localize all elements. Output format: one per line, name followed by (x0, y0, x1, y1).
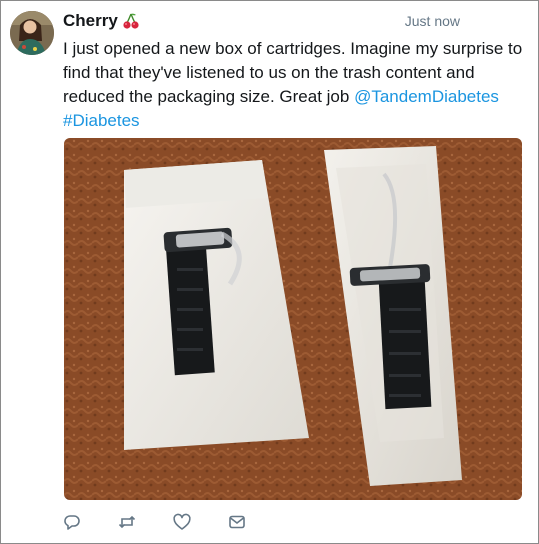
author-name-text[interactable]: Cherry (63, 11, 118, 31)
tweet-actions (63, 513, 246, 531)
retweet-icon[interactable] (118, 513, 136, 531)
like-icon[interactable] (173, 513, 191, 531)
avatar[interactable] (10, 11, 54, 55)
reply-icon[interactable] (63, 513, 81, 531)
author-name[interactable]: Cherry (63, 11, 140, 31)
tweet-card: Cherry Just now I just opened a new box … (0, 0, 539, 544)
hashtag-link[interactable]: #Diabetes (63, 111, 140, 130)
tweet-photo[interactable] (64, 138, 522, 500)
dm-icon[interactable] (228, 513, 246, 531)
timestamp[interactable]: Just now (405, 13, 460, 29)
mention-link[interactable]: @TandemDiabetes (354, 87, 499, 106)
cherry-emoji-icon (122, 12, 140, 30)
tweet-text: I just opened a new box of cartridges. I… (63, 37, 523, 133)
